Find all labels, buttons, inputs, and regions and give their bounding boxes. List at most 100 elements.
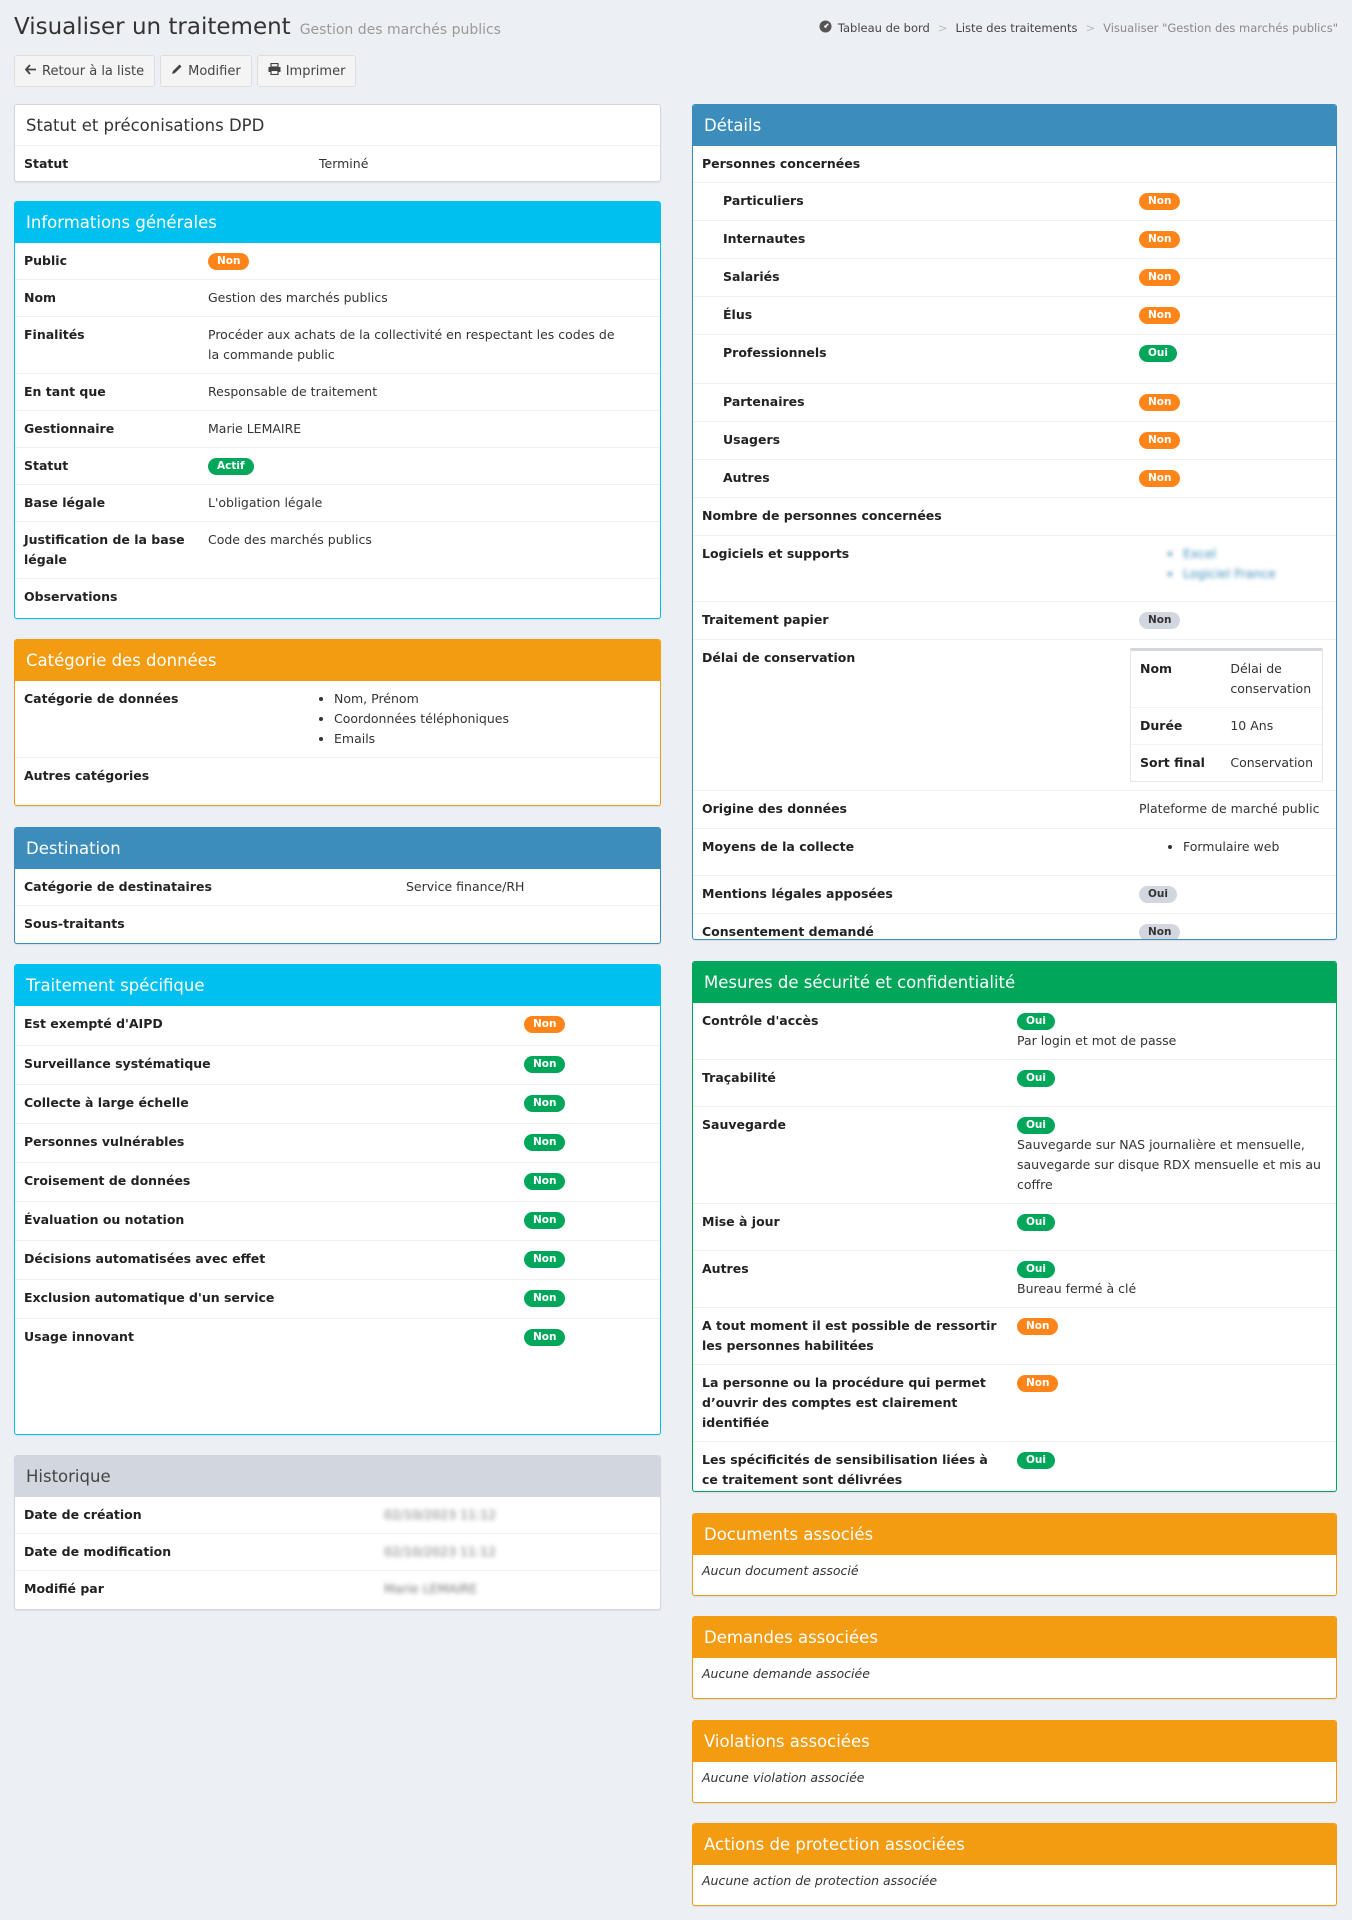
modified-value: 02/10/2023 11:12 [384,1544,497,1559]
person-count-label: Nombre de personnes concernées [693,497,1130,536]
table-row: Autres Non [693,459,1336,498]
table-row: Mentions légales apposées Oui [693,875,1336,914]
base-legale-value: L'obligation légale [199,484,660,522]
specific-row-label: Usage innovant [15,1317,515,1357]
back-button[interactable]: Retour à la liste [14,55,156,87]
retention-name-value: Délai de conservation [1230,661,1312,696]
person-type-label: Élus [693,296,1130,335]
toolbar: Retour à la liste Modifier Imprimer [14,55,357,87]
observations-label: Observations [15,578,199,615]
security-row-label: Mise à jour [693,1203,1008,1251]
table-row: Délai de conservation Nom Délai de conserv… [693,639,1336,791]
pencil-icon [171,63,183,79]
software-list: ExcelLogiciel France [1165,544,1327,584]
edit-button[interactable]: Modifier [160,55,252,87]
retention-duration-value: 10 Ans [1221,707,1322,745]
justification-label: Justification de la base légale [15,521,199,579]
finalites-value: Procéder aux achats de la collectivité e… [199,316,660,374]
documents-empty: Aucun document associé [702,1563,859,1578]
printer-icon [268,62,281,79]
specific-row-badge: Non [524,1172,566,1190]
specific-processing-box: Traitement spécifique Est exempté d'AIPD… [14,964,661,1435]
security-row-badge: Oui [1017,1013,1056,1030]
gestionnaire-value: Marie LEMAIRE [199,410,660,448]
en-tant-que-value: Responsable de traitement [199,373,660,411]
security-row-label: Sauvegarde [693,1106,1008,1204]
person-type-label: Partenaires [693,383,1130,422]
data-category-label: Catégorie de données [24,691,179,706]
other-categories-label: Autres catégories [15,757,307,794]
data-category-title: Catégorie des données [15,640,660,681]
modified-label: Date de modification [15,1533,375,1571]
table-row: Sauvegarde Oui Sauvegarde sur NAS journali… [693,1106,1336,1204]
list-item: Coordonnées téléphoniques [334,709,651,729]
created-value: 02/10/2023 11:12 [384,1507,497,1522]
software-label: Logiciels et supports [693,535,1130,602]
subcontractors-label: Sous-traitants [15,905,397,942]
specific-row-label: Évaluation ou notation [15,1200,515,1240]
table-row: Moyens de la collecte Formulaire web [693,828,1336,876]
gestionnaire-label: Gestionnaire [15,410,199,448]
legal-mentions-badge: Oui [1139,886,1178,903]
back-button-label: Retour à la liste [42,63,145,79]
table-row: Traçabilité Oui [693,1059,1336,1107]
actions-box: Actions de protection associées Aucune a… [692,1823,1337,1906]
list-item: Nom, Prénom [334,689,651,709]
security-row-label: Contrôle d'accès [702,1013,819,1028]
history-box: Historique Date de création 02/10/2023 11… [14,1455,661,1610]
specific-row-badge: Non [524,1211,566,1229]
page-header: Visualiser un traitement Gestion des mar… [14,14,501,40]
person-type-label: Professionnels [693,334,1130,384]
security-row-badge: Non [1017,1375,1059,1392]
specific-row-badge: Non [524,1250,566,1268]
table-row: A tout moment il est possible de ressort… [693,1307,1336,1365]
breadcrumb-list[interactable]: Liste des traitements [955,21,1077,35]
specific-row-label: Décisions automatisées avec effet [15,1239,515,1279]
table-row: Surveillance systématique Non [15,1044,660,1084]
software-link[interactable]: Excel [1183,544,1327,564]
person-type-badge: Non [1139,193,1181,210]
recipients-label: Catégorie de destinataires [24,879,212,894]
table-row: Usagers Non [693,421,1336,460]
table-row: Contrôle d'accès Oui Par login et mot de p… [693,1003,1336,1060]
table-row: Est exempté d'AIPD Non [15,1006,660,1045]
security-row-badge: Oui [1017,1452,1056,1469]
security-row-label: Les spécificités de sensibilisation liée… [693,1441,1008,1491]
history-title: Historique [15,1456,660,1497]
breadcrumb-current: Visualiser "Gestion des marchés publics" [1103,21,1338,35]
software-link[interactable]: Logiciel France [1183,564,1327,584]
specific-processing-title: Traitement spécifique [15,965,660,1006]
table-row: Décisions automatisées avec effet Non [15,1239,660,1279]
table-row: Mise à jour Oui [693,1203,1336,1251]
specific-row-badge: Non [524,1016,566,1033]
dpd-status-label: Statut [24,156,69,171]
person-type-badge: Oui [1139,345,1178,362]
legal-mentions-label: Mentions légales apposées [693,875,1130,914]
specific-row-badge: Non [524,1094,566,1112]
security-row-label: Autres [693,1250,1008,1308]
actions-title: Actions de protection associées [693,1824,1336,1865]
person-type-badge: Non [1139,394,1181,411]
page-subtitle: Gestion des marchés publics [299,22,501,38]
collection-means-list: Formulaire web [1165,837,1327,857]
details-title: Détails [693,105,1336,146]
table-row: Élus Non [693,296,1336,335]
retention-label: Délai de conservation [693,639,1130,791]
breadcrumb-home[interactable]: Tableau de bord [838,21,930,35]
security-row-note: Bureau fermé à clé [1017,1281,1137,1296]
retention-name-label: Nom [1140,661,1173,676]
collection-means-label: Moyens de la collecte [693,828,1130,876]
specific-row-badge: Non [524,1055,566,1073]
table-row: Usage innovant Non [15,1317,660,1357]
documents-title: Documents associés [693,1514,1336,1555]
name-value: Gestion des marchés publics [199,279,660,317]
print-button[interactable]: Imprimer [256,55,357,87]
en-tant-que-label: En tant que [15,373,199,411]
specific-row-label: Est exempté d'AIPD [24,1016,163,1031]
dashboard-icon [819,20,832,36]
violations-box: Violations associées Aucune violation as… [692,1720,1337,1803]
specific-row-label: Croisement de données [15,1161,515,1201]
print-button-label: Imprimer [285,63,346,79]
table-row: Autres Oui Bureau fermé à clé [693,1250,1336,1308]
dpd-status-value: Terminé [319,156,369,171]
